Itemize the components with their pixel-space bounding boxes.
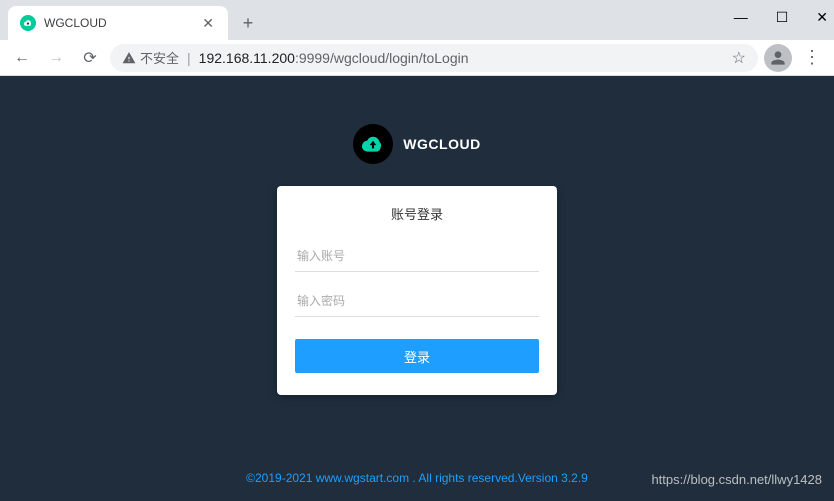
- username-input[interactable]: [295, 241, 539, 272]
- browser-tab-bar: WGCLOUD ✕ + ― ☐ ✕: [0, 0, 834, 40]
- tab-close-button[interactable]: ✕: [200, 13, 216, 34]
- profile-avatar-button[interactable]: [764, 44, 792, 72]
- browser-menu-button[interactable]: ⋮: [798, 44, 826, 72]
- tab-favicon: [20, 15, 36, 31]
- login-title: 账号登录: [295, 204, 539, 223]
- window-maximize-button[interactable]: ☐: [776, 9, 789, 26]
- login-submit-button[interactable]: 登录: [295, 339, 539, 373]
- brand-logo: [353, 124, 393, 164]
- bookmark-star-icon[interactable]: ☆: [732, 48, 746, 68]
- window-controls: ― ☐ ✕: [734, 0, 834, 40]
- omnibox-separator: |: [187, 50, 191, 66]
- security-label: 不安全: [140, 48, 179, 67]
- warning-icon: [122, 51, 136, 65]
- page-content: WGCLOUD 账号登录 登录 ©2019-2021 www.wgstart.c…: [0, 76, 834, 501]
- login-card: 账号登录 登录: [277, 186, 557, 395]
- security-indicator[interactable]: 不安全: [122, 48, 179, 67]
- address-bar[interactable]: 不安全 | 192.168.11.200:9999/wgcloud/login/…: [110, 44, 758, 72]
- nav-back-button[interactable]: ←: [8, 44, 36, 72]
- window-close-button[interactable]: ✕: [816, 9, 828, 26]
- browser-tab[interactable]: WGCLOUD ✕: [8, 6, 228, 40]
- browser-toolbar: ← → ⟳ 不安全 | 192.168.11.200:9999/wgcloud/…: [0, 40, 834, 76]
- url-text: 192.168.11.200:9999/wgcloud/login/toLogi…: [199, 50, 469, 66]
- person-icon: [768, 48, 788, 68]
- nav-reload-button[interactable]: ⟳: [76, 44, 104, 72]
- brand-header: WGCLOUD: [353, 124, 480, 164]
- tab-title: WGCLOUD: [44, 16, 200, 30]
- watermark-text: https://blog.csdn.net/llwy1428: [651, 472, 822, 487]
- password-input[interactable]: [295, 286, 539, 317]
- nav-forward-button[interactable]: →: [42, 44, 70, 72]
- new-tab-button[interactable]: +: [234, 9, 262, 37]
- brand-name: WGCLOUD: [403, 136, 480, 152]
- window-minimize-button[interactable]: ―: [734, 9, 748, 25]
